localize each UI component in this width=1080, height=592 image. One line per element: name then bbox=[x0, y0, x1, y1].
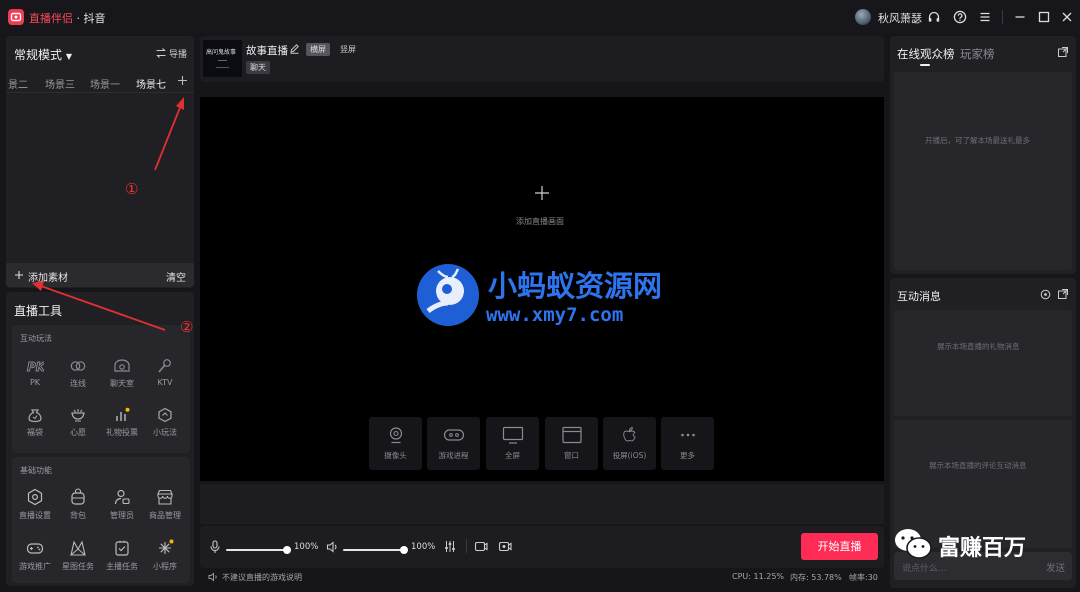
annotation-arrows bbox=[32, 97, 184, 331]
wechat-icon bbox=[893, 527, 933, 561]
annotation-label-1: ① bbox=[125, 180, 139, 198]
wechat-brand-name: 富赚百万 bbox=[938, 536, 1027, 561]
arrow-line-2 bbox=[37, 284, 166, 331]
arrow-line-1 bbox=[154, 99, 184, 171]
annotation-label-2: ② bbox=[180, 318, 194, 336]
arrow-head-2 bbox=[32, 281, 44, 291]
